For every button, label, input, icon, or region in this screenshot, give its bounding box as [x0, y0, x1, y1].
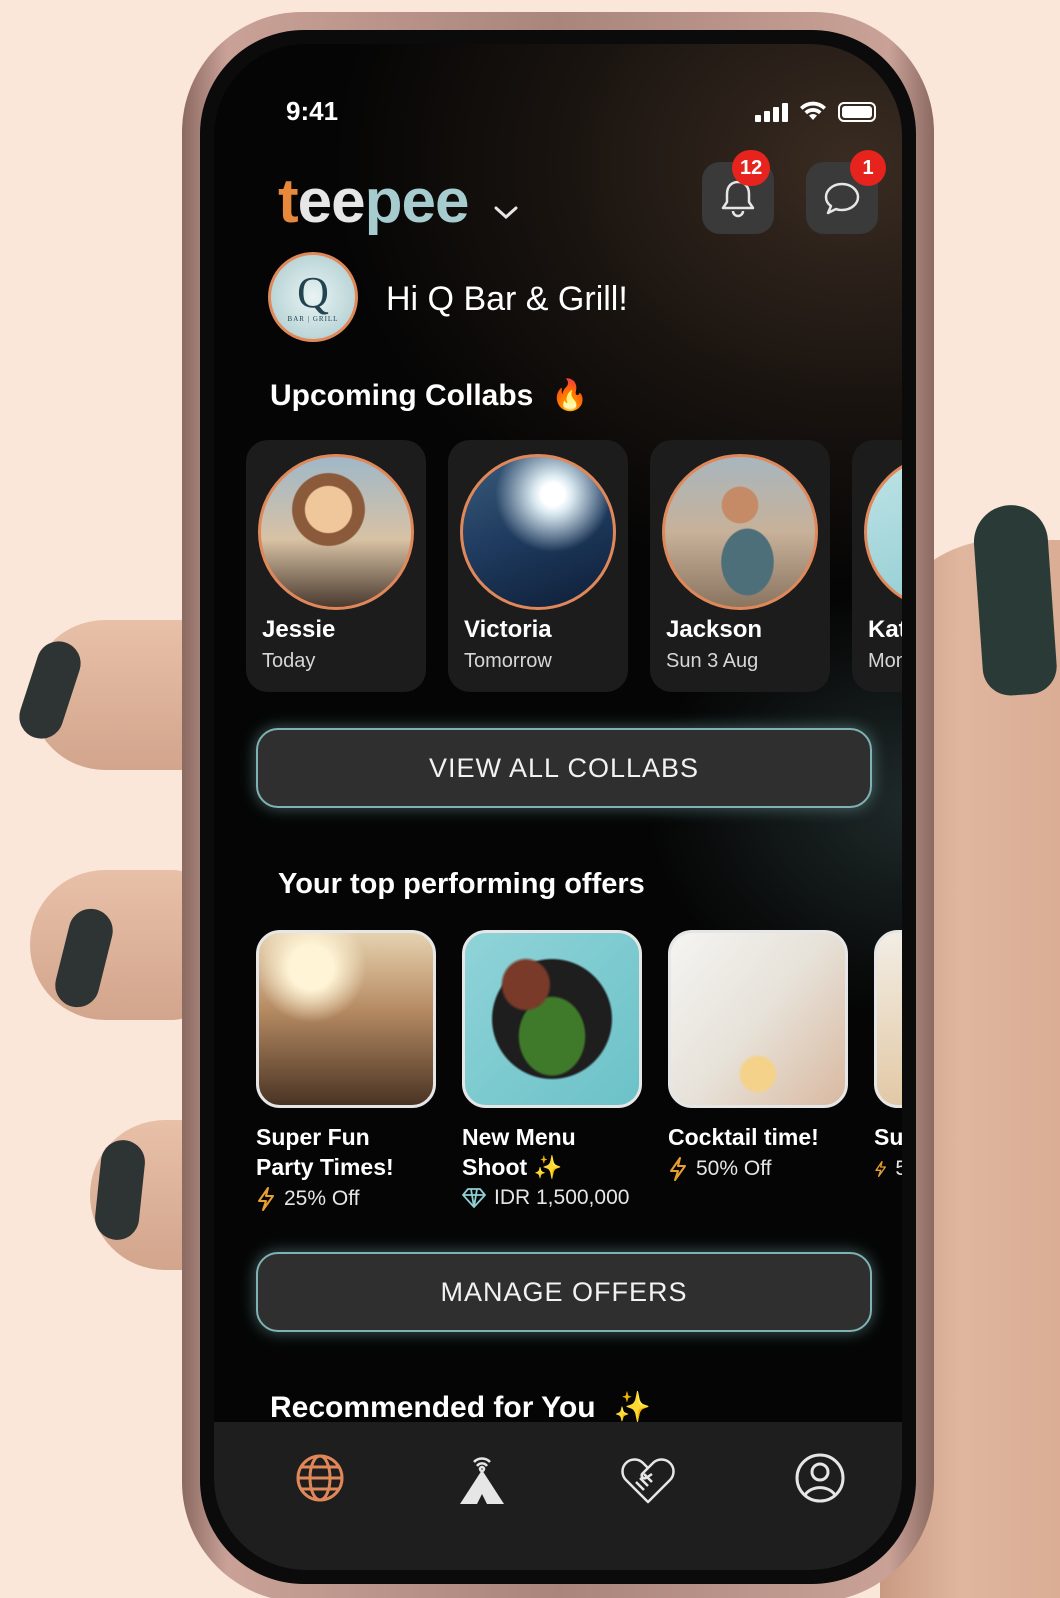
tent-icon	[460, 1457, 504, 1504]
collab-photo	[258, 454, 414, 610]
battery-icon	[838, 102, 876, 122]
offer-meta: 25% Off	[256, 1186, 436, 1212]
status-icons	[755, 100, 876, 122]
chevron-down-icon[interactable]	[492, 202, 520, 222]
profile-icon	[795, 1453, 845, 1503]
globe-icon	[296, 1454, 344, 1502]
sparkles-icon: ✨	[613, 1391, 651, 1424]
offer-photo	[256, 930, 436, 1108]
phone-frame: 9:41 teepee 12 1 Q BAR | GRILL Hi Q Bar …	[182, 12, 934, 1598]
messages-button[interactable]: 1	[806, 150, 886, 234]
notifications-badge: 12	[732, 150, 771, 186]
wifi-icon	[800, 101, 826, 120]
collab-name: Jessie	[262, 616, 336, 643]
collab-name: Jackson	[666, 616, 763, 643]
tab-profile[interactable]	[790, 1448, 850, 1508]
top-offers-title: Your top performing offers	[278, 868, 645, 900]
offer-title: Party Times!	[256, 1154, 394, 1180]
collab-name: Kat	[868, 616, 902, 643]
offer-meta: 5(	[874, 1156, 902, 1182]
bottom-tab-bar	[214, 1422, 902, 1570]
collab-photo	[662, 454, 818, 610]
collab-photo	[460, 454, 616, 610]
offer-photo	[668, 930, 848, 1108]
offer-meta: IDR 1,500,000	[462, 1186, 642, 1210]
status-time: 9:41	[286, 96, 339, 126]
signal-icon	[755, 102, 788, 122]
collab-date: Today	[262, 650, 316, 672]
lightning-icon	[670, 1157, 686, 1181]
offer-photo	[874, 930, 902, 1108]
tab-explore[interactable]	[290, 1448, 350, 1508]
offer-title: Cocktail time!	[668, 1124, 819, 1150]
upcoming-collabs-title: Upcoming Collabs 🔥	[270, 379, 589, 412]
offer-title: Super Fun	[256, 1124, 370, 1150]
collab-date: Tomorrow	[464, 650, 552, 672]
manage-offers-button[interactable]: MANAGE OFFERS	[256, 1252, 872, 1332]
app-content: 9:41 teepee 12 1 Q BAR | GRILL Hi Q Bar …	[214, 44, 902, 1570]
notifications-button[interactable]: 12	[702, 150, 774, 234]
collab-photo	[864, 454, 902, 610]
lightning-icon	[258, 1187, 274, 1211]
phone-bezel: 9:41 teepee 12 1 Q BAR | GRILL Hi Q Bar …	[200, 30, 916, 1584]
collab-name: Victoria	[464, 616, 552, 643]
lightning-icon	[875, 1161, 886, 1177]
collab-card[interactable]: Jackson Sun 3 Aug	[650, 440, 830, 692]
view-all-collabs-button[interactable]: VIEW ALL COLLABS	[256, 728, 872, 808]
tab-collabs[interactable]	[452, 1448, 512, 1508]
collab-card[interactable]: Victoria Tomorrow	[448, 440, 628, 692]
offer-title: Shoot ✨	[462, 1154, 563, 1180]
offer-title: Sus	[874, 1124, 902, 1150]
handshake-heart-icon	[621, 1458, 675, 1504]
recommended-title: Recommended for You ✨	[270, 1391, 651, 1424]
offer-card[interactable]: Super Fun Party Times! 25% Off	[256, 930, 436, 1212]
phone-screen: 9:41 teepee 12 1 Q BAR | GRILL Hi Q Bar …	[214, 44, 902, 1570]
collab-date: Sun 3 Aug	[666, 650, 759, 672]
teepee-logo[interactable]: teepee	[278, 166, 469, 237]
messages-badge: 1	[850, 150, 886, 186]
fire-icon: 🔥	[551, 379, 589, 412]
offer-card[interactable]: Sus 5(	[874, 930, 902, 1182]
tab-matches[interactable]	[618, 1448, 678, 1508]
chat-bubble-icon	[824, 182, 860, 215]
diamond-icon	[462, 1188, 486, 1208]
collab-card[interactable]: Jessie Today	[246, 440, 426, 692]
offer-meta: 50% Off	[668, 1156, 848, 1182]
offer-card[interactable]: Cocktail time! 50% Off	[668, 930, 848, 1182]
offer-card[interactable]: New Menu Shoot ✨ IDR 1,500,000	[462, 930, 642, 1210]
business-avatar[interactable]: Q BAR | GRILL	[268, 252, 358, 342]
greeting-text: Hi Q Bar & Grill!	[386, 280, 628, 318]
collab-date: Mon 1	[868, 650, 902, 672]
collab-card[interactable]: Kat Mon 1	[852, 440, 902, 692]
offer-photo	[462, 930, 642, 1108]
nail-right	[971, 502, 1059, 698]
offer-title: New Menu	[462, 1124, 576, 1150]
